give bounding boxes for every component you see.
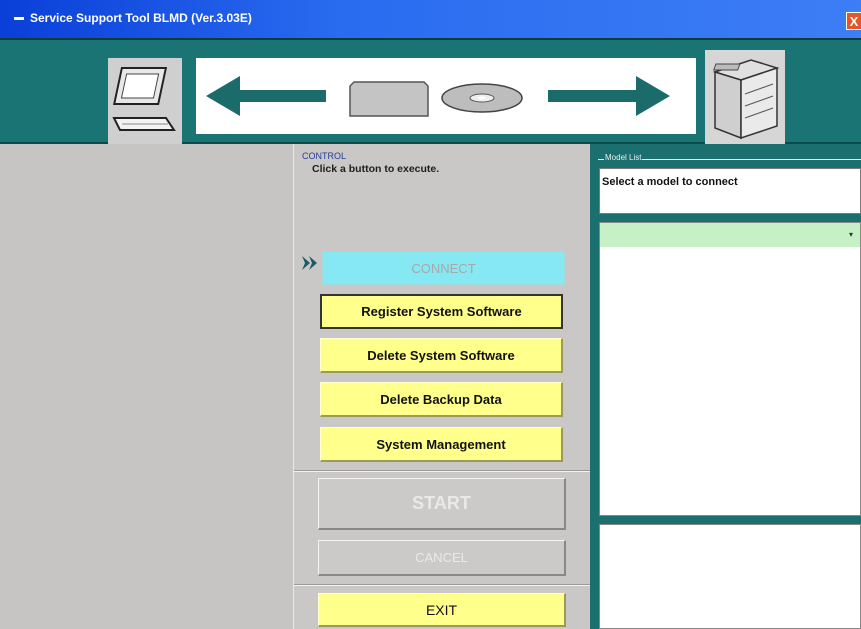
dropdown-arrow-icon[interactable]: ▾ [846,230,856,240]
connect-button[interactable]: CONNECT [322,251,565,285]
delete-system-software-button[interactable]: Delete System Software [320,338,563,373]
double-chevron-right-icon [302,256,322,270]
model-list-panel: Model List Select a model to connect ▾ [590,144,861,629]
model-message-box: Select a model to connect [599,168,861,214]
transfer-diagram [196,58,696,134]
system-management-button[interactable]: System Management [320,427,563,462]
banner [0,38,861,144]
control-instruction: Click a button to execute. [312,163,440,175]
laptop-icon [108,58,182,144]
divider [294,470,590,472]
copier-icon [705,50,785,144]
title-bar: ▬ Service Support Tool BLMD (Ver.3.03E) … [0,0,861,38]
close-button[interactable]: X [846,12,861,30]
divider [294,584,590,586]
model-list-label: Model List [604,153,643,162]
app-menu-icon[interactable]: ▬ [14,13,26,23]
window-title: Service Support Tool BLMD (Ver.3.03E) [30,11,252,25]
memory-card-icon [349,81,429,117]
model-list-selected-row[interactable]: ▾ [600,223,860,247]
start-button[interactable]: START [318,478,566,530]
delete-backup-data-button[interactable]: Delete Backup Data [320,382,563,417]
register-system-software-button[interactable]: Register System Software [320,294,563,329]
control-panel: CONTROL Click a button to execute. CONNE… [293,144,590,629]
exit-button[interactable]: EXIT [318,593,566,627]
left-pane [0,144,293,629]
cancel-button[interactable]: CANCEL [318,540,566,576]
arrow-right-icon [548,76,670,116]
cd-rom-icon [441,83,523,113]
arrow-left-icon [206,76,326,116]
model-list[interactable]: ▾ [599,222,861,516]
control-section-label: CONTROL [302,151,347,161]
model-message-text: Select a model to connect [602,176,738,188]
details-box [599,524,861,629]
